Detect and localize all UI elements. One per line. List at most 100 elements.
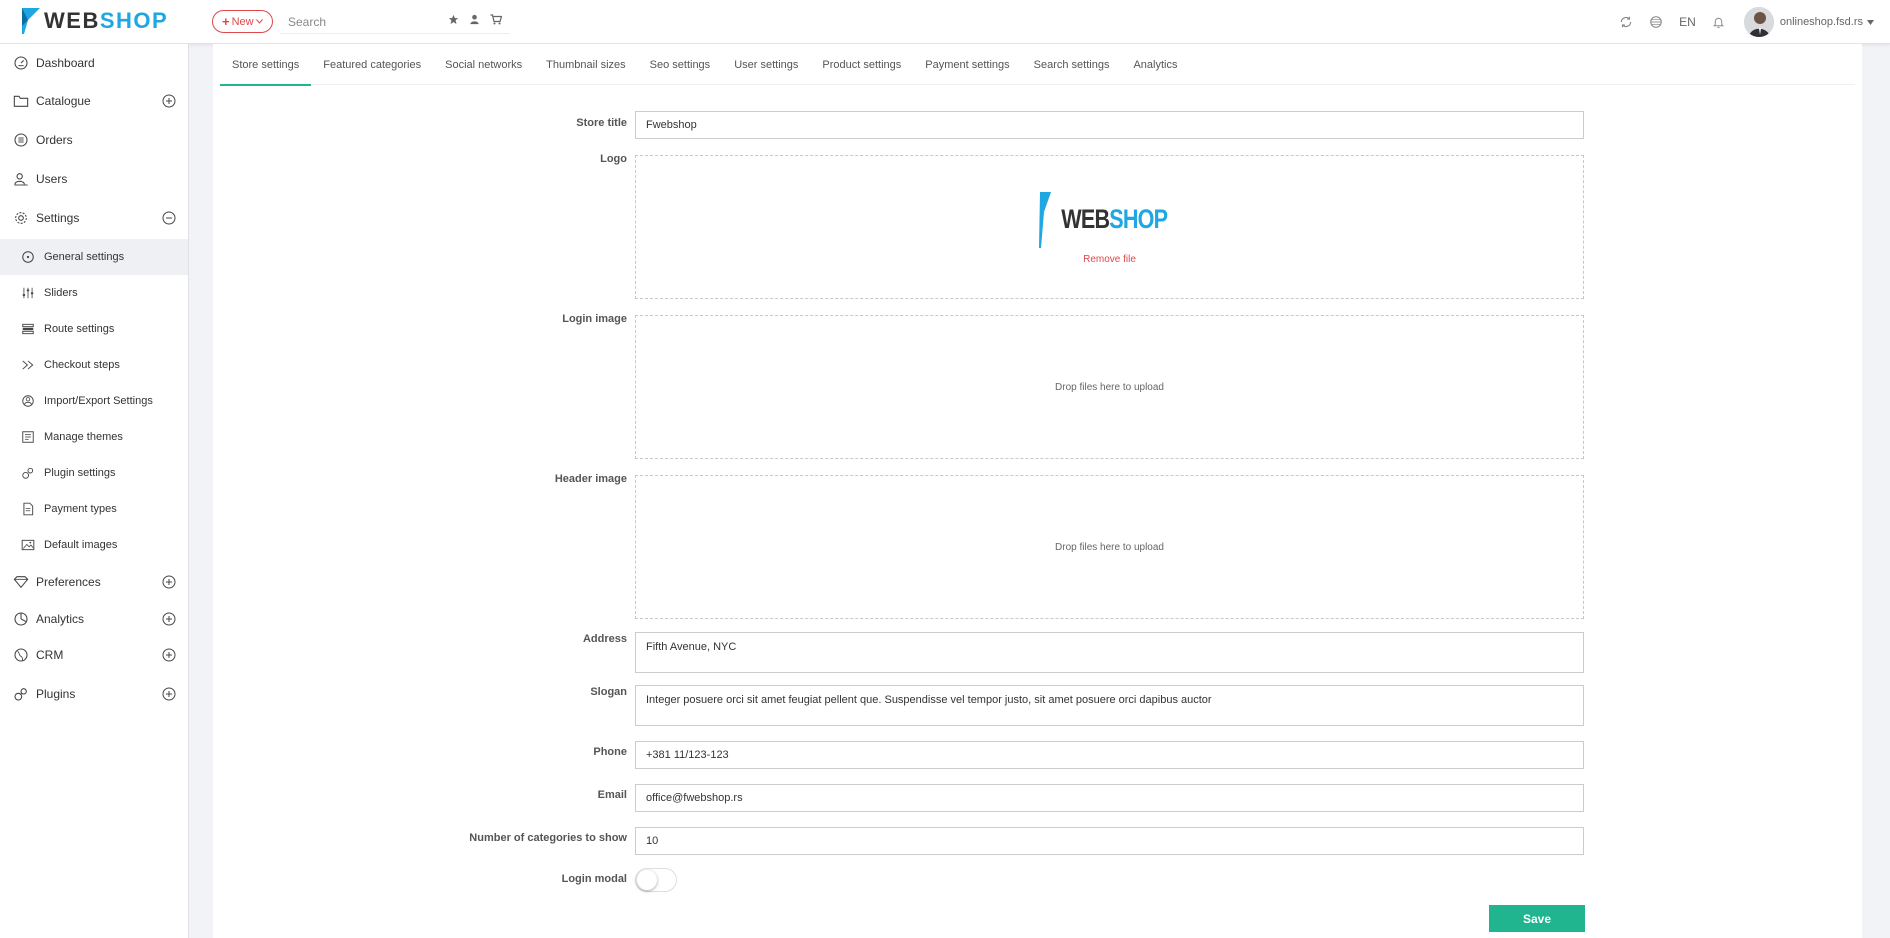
expand-icon[interactable] <box>162 94 176 108</box>
sidebar-item-label: Analytics <box>36 612 85 626</box>
tab-analytics[interactable]: Analytics <box>1121 44 1189 85</box>
sidebar-item-label: Dashboard <box>36 56 95 70</box>
image-icon <box>20 537 36 553</box>
expand-icon[interactable] <box>162 612 176 626</box>
avatar[interactable] <box>1743 7 1774 37</box>
tab-payment-settings[interactable]: Payment settings <box>913 44 1021 85</box>
themes-icon <box>20 429 36 445</box>
new-button[interactable]: + New <box>212 10 273 33</box>
logo-preview: WEBSHOP <box>1038 190 1181 250</box>
sidebar-subitem-label: Manage themes <box>44 431 123 443</box>
bell-icon[interactable] <box>1704 15 1734 29</box>
tab-thumbnail-sizes[interactable]: Thumbnail sizes <box>534 44 637 85</box>
tab-search-settings[interactable]: Search settings <box>1022 44 1122 85</box>
sidebar-item-label: Settings <box>36 211 80 225</box>
remove-file-link[interactable]: Remove file <box>1083 254 1136 265</box>
fast-forward-icon <box>20 357 36 373</box>
sidebar-item-preferences[interactable]: Preferences <box>0 564 188 600</box>
logo-text-web: WEB <box>44 8 100 33</box>
logo-flag-icon <box>1039 191 1052 248</box>
sidebar-item-label: Preferences <box>36 575 101 589</box>
logo-preview-web: WEB <box>1061 204 1110 234</box>
tab-store-settings[interactable]: Store settings <box>220 44 312 86</box>
header-image-label: Header image <box>554 473 627 485</box>
main-content: Store settings Featured categories Socia… <box>213 44 1862 938</box>
address-textarea[interactable]: Fifth Avenue, NYC <box>635 632 1584 673</box>
sidebar-subitem-label: Default images <box>44 539 118 551</box>
store-title-label: Store title <box>576 117 627 129</box>
login-modal-label: Login modal <box>561 873 627 885</box>
sidebar-item-orders[interactable]: Orders <box>0 122 188 158</box>
diamond-icon <box>12 573 30 591</box>
sidebar-subitem-import-export[interactable]: Import/Export Settings <box>0 383 188 419</box>
categories-count-label: Number of categories to show <box>469 832 627 844</box>
sidebar-subitem-route-settings[interactable]: Route settings <box>0 311 188 347</box>
gear-icon <box>12 209 30 227</box>
sidebar-item-catalogue[interactable]: Catalogue <box>0 83 188 119</box>
search-input[interactable] <box>280 9 440 34</box>
sidebar-subitem-payment-types[interactable]: Payment types <box>0 491 188 527</box>
user-menu[interactable]: onlineshop.fsd.rs <box>1780 16 1874 28</box>
email-input[interactable]: office@fwebshop.rs <box>635 784 1584 812</box>
sidebar-subitem-default-images[interactable]: Default images <box>0 527 188 563</box>
dashboard-icon <box>12 54 30 72</box>
import-export-icon <box>20 393 36 409</box>
sidebar-item-label: Users <box>36 172 68 186</box>
tab-product-settings[interactable]: Product settings <box>810 44 913 85</box>
sidebar-item-label: CRM <box>36 648 64 662</box>
sidebar-subitem-plugin-settings[interactable]: Plugin settings <box>0 455 188 491</box>
sidebar-subitem-label: Payment types <box>44 503 117 515</box>
globe-icon <box>12 646 30 664</box>
save-button[interactable]: Save <box>1489 905 1585 932</box>
expand-icon[interactable] <box>162 575 176 589</box>
cart-icon[interactable] <box>490 14 502 25</box>
store-title-input[interactable]: Fwebshop <box>635 111 1584 139</box>
logo-label: Logo <box>600 153 627 165</box>
email-label: Email <box>597 789 627 801</box>
sidebar-subitem-sliders[interactable]: Sliders <box>0 275 188 311</box>
login-image-dropzone[interactable]: Drop files here to upload <box>635 315 1584 459</box>
expand-icon[interactable] <box>162 687 176 701</box>
phone-input[interactable]: +381 11/123-123 <box>635 741 1584 769</box>
tab-featured-categories[interactable]: Featured categories <box>311 44 433 85</box>
tab-user-settings[interactable]: User settings <box>722 44 810 85</box>
sidebar-subitem-label: Plugin settings <box>44 467 116 479</box>
sidebar-item-analytics[interactable]: Analytics <box>0 601 188 637</box>
sidebar-subitem-label: Import/Export Settings <box>44 395 153 407</box>
tab-social-networks[interactable]: Social networks <box>433 44 534 85</box>
user-icon[interactable] <box>469 14 480 25</box>
user-name-label: onlineshop.fsd.rs <box>1779 16 1863 28</box>
sidebar-subitem-general-settings[interactable]: General settings <box>0 239 188 275</box>
sidebar-item-plugins[interactable]: Plugins <box>0 676 188 712</box>
webshop-logo[interactable]: WEBSHOP <box>20 6 168 36</box>
sidebar-subitem-label: Sliders <box>44 287 78 299</box>
slogan-textarea[interactable]: Integer posuere orci sit amet feugiat pe… <box>635 685 1584 726</box>
pie-chart-icon <box>12 610 30 628</box>
tab-seo-settings[interactable]: Seo settings <box>638 44 723 85</box>
caret-down-icon <box>1867 19 1874 25</box>
slogan-label: Slogan <box>590 686 627 698</box>
plus-icon: + <box>222 14 230 29</box>
collapse-icon[interactable] <box>162 211 176 225</box>
categories-count-input[interactable]: 10 <box>635 827 1584 855</box>
logo-flag-icon <box>22 8 40 34</box>
address-label: Address <box>582 633 627 645</box>
star-icon[interactable] <box>448 14 459 25</box>
logo-dropzone[interactable]: WEBSHOP Remove file <box>635 155 1584 299</box>
header-image-dropzone[interactable]: Drop files here to upload <box>635 475 1584 619</box>
toggle-knob <box>637 870 657 890</box>
sidebar-item-dashboard[interactable]: Dashboard <box>0 45 188 81</box>
sidebar-item-settings[interactable]: Settings <box>0 200 188 236</box>
globe-icon[interactable] <box>1641 15 1671 29</box>
top-bar: WEBSHOP + New EN onlineshop.fsd.rs <box>0 0 1890 44</box>
sidebar-subitem-checkout-steps[interactable]: Checkout steps <box>0 347 188 383</box>
language-selector[interactable]: EN <box>1679 15 1696 29</box>
sidebar-item-users[interactable]: Users <box>0 161 188 197</box>
refresh-icon[interactable] <box>1611 15 1641 29</box>
list-icon <box>12 131 30 149</box>
sidebar-item-crm[interactable]: CRM <box>0 637 188 673</box>
expand-icon[interactable] <box>162 648 176 662</box>
logo-preview-shop: SHOP <box>1109 204 1168 234</box>
sidebar-subitem-manage-themes[interactable]: Manage themes <box>0 419 188 455</box>
login-modal-toggle[interactable] <box>635 868 677 892</box>
